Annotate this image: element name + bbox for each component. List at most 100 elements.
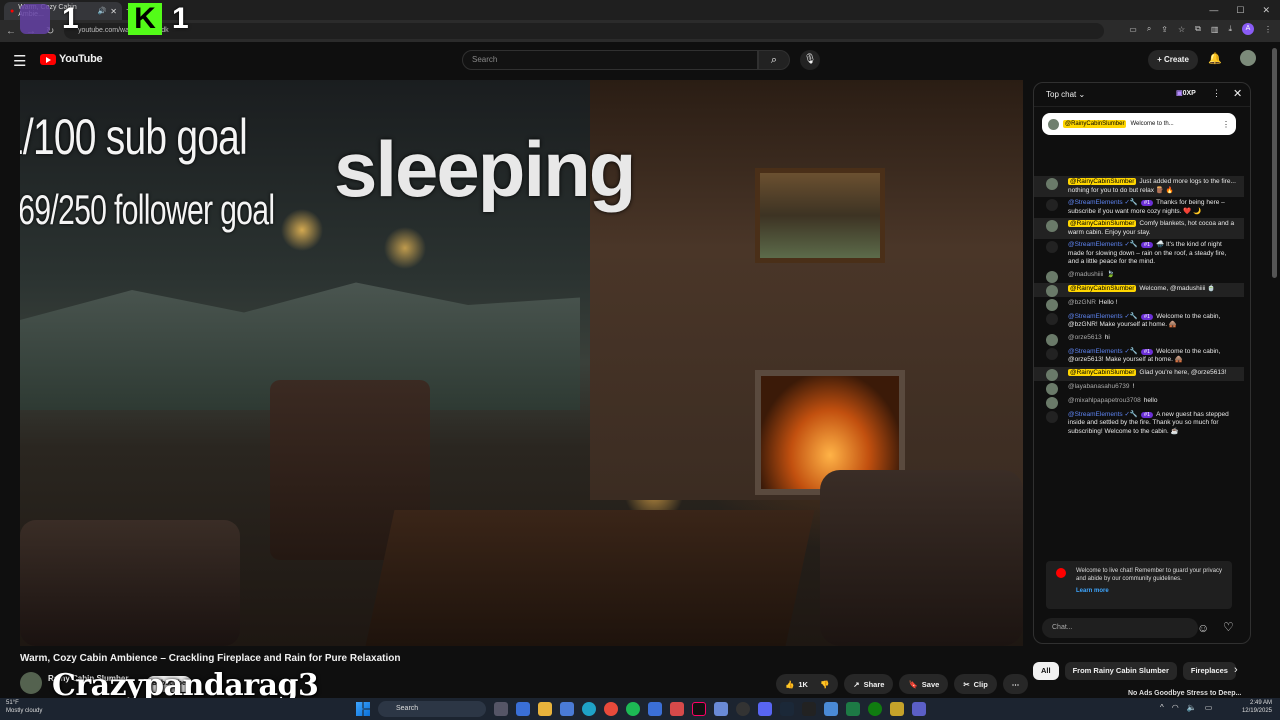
url-field[interactable]: youtube.com/wat ...8AFREdk — [64, 23, 1104, 39]
microphone-icon[interactable]: 🎙 — [800, 50, 820, 70]
chrome-icon[interactable] — [604, 702, 618, 716]
recommendation-title[interactable]: No Ads Goodbye Stress to Deep... — [1128, 690, 1241, 697]
app-icon[interactable] — [824, 702, 838, 716]
hamburger-menu-icon[interactable]: ☰ — [13, 52, 26, 70]
video-player[interactable]: 1/100 sub goal 169/250 follower goal sle… — [20, 80, 1023, 646]
chat-more-icon[interactable]: ⋮ — [1212, 88, 1221, 99]
pinned-message[interactable]: @RainyCabinSlumber Welcome to th... ⋮ — [1042, 113, 1236, 135]
emoji-icon[interactable]: ☺ — [1197, 621, 1209, 635]
browser-menu-icon[interactable]: ⋮ — [1264, 25, 1272, 34]
chat-author[interactable]: @layabanasahu6739 — [1068, 383, 1130, 390]
chat-author[interactable]: @RainyCabinSlumber — [1068, 368, 1137, 376]
tiktok-icon[interactable] — [692, 702, 706, 716]
volume-icon[interactable]: 🔈 — [1187, 703, 1197, 712]
obs-icon[interactable] — [736, 702, 750, 716]
save-button[interactable]: 🔖 Save — [899, 674, 949, 694]
chat-message[interactable]: @StreamElements ✓🔧 #1 Welcome to the cabin… — [1034, 346, 1244, 367]
app-icon[interactable] — [648, 702, 662, 716]
chat-author[interactable]: @StreamElements ✓🔧 — [1068, 199, 1138, 206]
chat-message[interactable]: @StreamElements ✓🔧 #1 A new guest has step… — [1034, 409, 1244, 439]
taskbar-search[interactable]: Search — [378, 701, 486, 717]
store-icon[interactable] — [560, 702, 574, 716]
chat-author[interactable]: @madushiiii — [1068, 271, 1104, 278]
chat-message[interactable]: @StreamElements ✓🔧 #1 Thanks for being her… — [1034, 197, 1244, 218]
share-button[interactable]: ↗ Share — [844, 674, 894, 694]
cast-icon[interactable]: ▭ — [1129, 25, 1137, 34]
task-view-icon[interactable] — [494, 702, 508, 716]
chat-mode-dropdown[interactable]: Top chat ⌄ — [1046, 90, 1085, 99]
chat-message[interactable]: @layabanasahu6739! — [1034, 381, 1244, 395]
clock[interactable]: 2:49 AM 12/19/2025 — [1242, 699, 1272, 715]
downloads-icon[interactable]: ⤓ — [1228, 24, 1232, 34]
chat-close-icon[interactable]: ✕ — [1233, 87, 1242, 100]
chat-message[interactable]: @RainyCabinSlumber Just added more logs t… — [1034, 176, 1244, 197]
thumbs-down-icon[interactable]: 👎 — [820, 680, 829, 689]
chat-message[interactable]: @mixahlpapapetrou3708 hello — [1034, 395, 1244, 409]
widgets-icon[interactable] — [516, 702, 530, 716]
heart-icon[interactable]: ♡ — [1223, 620, 1234, 634]
xbox-icon[interactable] — [868, 702, 882, 716]
youtube-logo[interactable]: YouTube — [40, 53, 103, 65]
battery-icon[interactable]: ▭ — [1205, 703, 1213, 712]
wifi-icon[interactable]: ◠ — [1172, 703, 1179, 712]
steam-icon[interactable] — [780, 702, 794, 716]
chat-author[interactable]: @RainyCabinSlumber — [1068, 178, 1137, 185]
search-input[interactable]: Search — [462, 50, 758, 70]
chat-message[interactable]: @RainyCabinSlumber Welcome, @madushiiii 🍵 — [1034, 282, 1244, 297]
maximize-icon[interactable]: ☐ — [1236, 5, 1244, 16]
windows-start-icon[interactable] — [356, 702, 370, 716]
tray-chevron-icon[interactable]: ^ — [1160, 703, 1164, 712]
chat-message[interactable]: @orze5613 hi — [1034, 332, 1244, 346]
chat-message[interactable]: @StreamElements ✓🔧 #1 🌧️ It's the kind of … — [1034, 239, 1244, 269]
chat-author[interactable]: @RainyCabinSlumber — [1068, 220, 1137, 227]
edge-icon[interactable] — [582, 702, 596, 716]
chat-message[interactable]: @RainyCabinSlumber Comfy blankets, hot co… — [1034, 218, 1244, 239]
chat-author[interactable]: @StreamElements ✓🔧 — [1068, 411, 1138, 418]
chat-author[interactable]: @mixahlpapapetrou3708 — [1068, 397, 1141, 404]
back-icon[interactable]: ← — [6, 26, 16, 37]
more-actions-icon[interactable]: ⋯ — [1002, 674, 1029, 694]
xp-badge[interactable]: ▣0XP — [1176, 89, 1196, 97]
app-icon[interactable] — [890, 702, 904, 716]
bookmark-star-icon[interactable]: ☆ — [1178, 25, 1185, 34]
chat-author[interactable]: @StreamElements ✓🔧 — [1068, 348, 1138, 355]
chat-message[interactable]: @madushiiii 🍃 — [1034, 269, 1244, 283]
chat-author[interactable]: @orze5613 — [1068, 334, 1102, 341]
chat-message[interactable]: @StreamElements ✓🔧 #1 Welcome to the cabin… — [1034, 311, 1244, 332]
pinned-more-icon[interactable]: ⋮ — [1222, 120, 1230, 129]
clip-button[interactable]: ✂ Clip — [954, 674, 997, 694]
weather-widget[interactable]: 51°F Mostly cloudy — [6, 699, 42, 715]
chat-message[interactable]: @RainyCabinSlumber Glad you're here, @orz… — [1034, 366, 1244, 381]
split-view-icon[interactable]: ▥ — [1211, 25, 1219, 34]
spotify-icon[interactable] — [626, 702, 640, 716]
page-scrollbar[interactable] — [1272, 48, 1277, 278]
chip-all[interactable]: All — [1033, 662, 1059, 680]
notifications-bell-icon[interactable]: 🔔 — [1208, 52, 1222, 65]
teams-icon[interactable] — [912, 702, 926, 716]
create-button[interactable]: + Create — [1148, 50, 1198, 70]
chevron-right-icon[interactable]: › — [1234, 664, 1238, 676]
profile-avatar[interactable]: A — [1242, 23, 1254, 35]
tab-close-icon[interactable]: ✕ — [110, 7, 117, 16]
zoom-icon[interactable]: ⌕ — [1147, 24, 1151, 34]
chat-author[interactable]: @StreamElements ✓🔧 — [1068, 313, 1138, 320]
search-icon[interactable]: ⌕ — [758, 50, 790, 70]
like-button[interactable]: 👍 1K 👎 — [776, 674, 839, 694]
chat-author[interactable]: @StreamElements ✓🔧 — [1068, 241, 1138, 248]
calendar-icon[interactable] — [670, 702, 684, 716]
channel-avatar[interactable] — [20, 672, 42, 694]
file-explorer-icon[interactable] — [538, 702, 552, 716]
chat-author[interactable]: @RainyCabinSlumber — [1068, 284, 1137, 292]
close-window-icon[interactable]: ✕ — [1262, 5, 1270, 16]
chat-input[interactable]: Chat... — [1042, 618, 1198, 638]
chip-fireplaces[interactable]: Fireplaces — [1182, 662, 1236, 680]
discord-icon[interactable] — [758, 702, 772, 716]
account-avatar[interactable] — [1240, 50, 1256, 66]
chat-message[interactable]: @bzGNR Hello ! — [1034, 297, 1244, 311]
chip-from-channel[interactable]: From Rainy Cabin Slumber — [1064, 662, 1177, 680]
chat-author[interactable]: @bzGNR — [1068, 299, 1096, 306]
share-page-icon[interactable]: ⇪ — [1161, 25, 1168, 34]
photos-icon[interactable] — [714, 702, 728, 716]
learn-more-link[interactable]: Learn more — [1076, 587, 1224, 595]
excel-icon[interactable] — [846, 702, 860, 716]
